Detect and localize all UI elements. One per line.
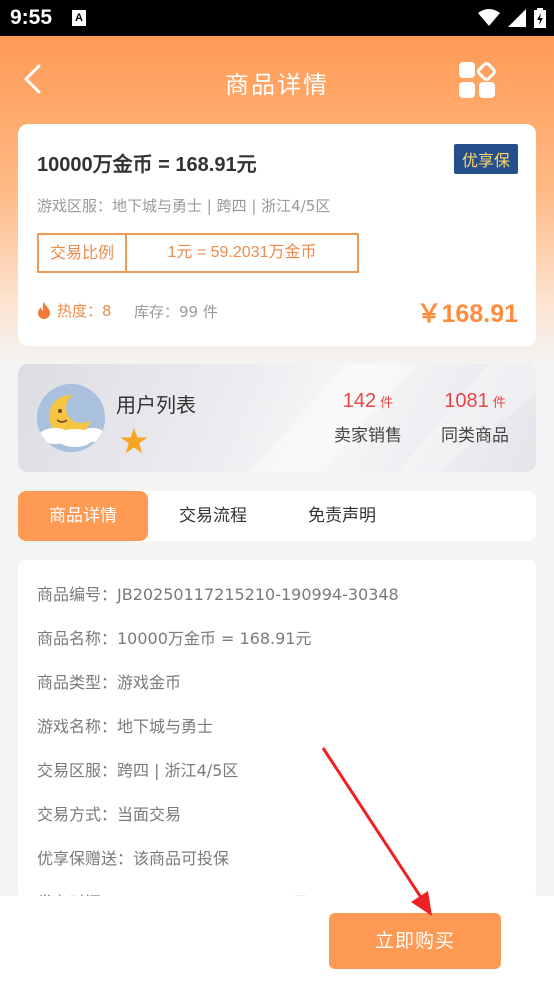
similar-items-count: 1081 xyxy=(444,390,489,412)
detail-row-id: 商品编号：JB20250117215210-190994-30348 xyxy=(37,585,399,604)
seller-card[interactable]: 用户列表 142 件 卖家销售 1081 件 同类商品 xyxy=(18,364,536,472)
detail-row-insurance: 优享保赠送：该商品可投保 xyxy=(37,849,230,868)
status-bar: 9:55 A xyxy=(0,0,554,36)
product-card: 10000万金币 = 168.91元 优享保 游戏区服：地下城与勇士 | 跨四 … xyxy=(18,124,536,346)
seller-sales-unit: 件 xyxy=(380,395,394,410)
tab-disclaimer[interactable]: 免责声明 xyxy=(292,491,392,541)
seller-sales-count: 142 xyxy=(342,390,377,412)
heat-indicator: 热度：8 xyxy=(37,300,112,321)
detail-row-game: 游戏名称：地下城与勇士 xyxy=(37,717,214,736)
similar-items-unit: 件 xyxy=(492,395,506,410)
detail-tabs: 商品详情 交易流程 免责声明 xyxy=(18,491,536,541)
similar-items-label: 同类商品 xyxy=(441,426,509,446)
tab-trade-process[interactable]: 交易流程 xyxy=(163,491,263,541)
status-time: 9:55 xyxy=(10,6,53,29)
nav-bar: 商品详情 xyxy=(0,36,554,124)
user-list-title: 用户列表 xyxy=(116,393,196,417)
ratio-value: 1元 = 59.2031万金币 xyxy=(167,244,317,261)
detail-row-type: 商品类型：游戏金币 xyxy=(37,673,182,692)
detail-row-server: 交易区服：跨四 | 浙江4/5区 xyxy=(37,761,239,780)
signal-icon xyxy=(508,9,526,27)
wifi-icon xyxy=(478,9,500,26)
buy-now-button[interactable]: 立即购买 xyxy=(329,913,501,969)
detail-list: 商品编号：JB20250117215210-190994-30348 商品名称：… xyxy=(18,560,536,900)
exchange-ratio-box: 交易比例 1元 = 59.2031万金币 xyxy=(37,233,359,273)
flame-icon xyxy=(38,302,50,319)
similar-items-stat[interactable]: 1081 件 同类商品 xyxy=(430,390,520,446)
detail-row-name: 商品名称：10000万金币 = 168.91元 xyxy=(37,629,312,648)
product-price: ￥168.91 xyxy=(416,300,518,328)
heat-text: 热度：8 xyxy=(57,302,112,320)
detail-row-method: 交易方式：当面交易 xyxy=(37,805,182,824)
product-title: 10000万金币 = 168.91元 xyxy=(37,154,257,176)
moon-avatar-icon xyxy=(37,384,105,452)
avatar[interactable] xyxy=(37,384,105,452)
protection-badge: 优享保 xyxy=(453,144,518,174)
tab-product-details[interactable]: 商品详情 xyxy=(18,491,148,541)
star-icon xyxy=(120,428,148,454)
battery-icon xyxy=(534,8,546,28)
status-icons xyxy=(478,8,546,28)
stock-text: 库存：99 件 xyxy=(134,303,218,321)
product-server: 游戏区服：地下城与勇士 | 跨四 | 浙江4/5区 xyxy=(37,197,331,215)
grid-menu-icon[interactable] xyxy=(458,60,498,100)
ratio-label: 交易比例 xyxy=(39,235,127,271)
seller-sales-label: 卖家销售 xyxy=(334,426,402,446)
seller-sales-stat[interactable]: 142 件 卖家销售 xyxy=(323,390,413,446)
notification-icon: A xyxy=(72,10,86,26)
